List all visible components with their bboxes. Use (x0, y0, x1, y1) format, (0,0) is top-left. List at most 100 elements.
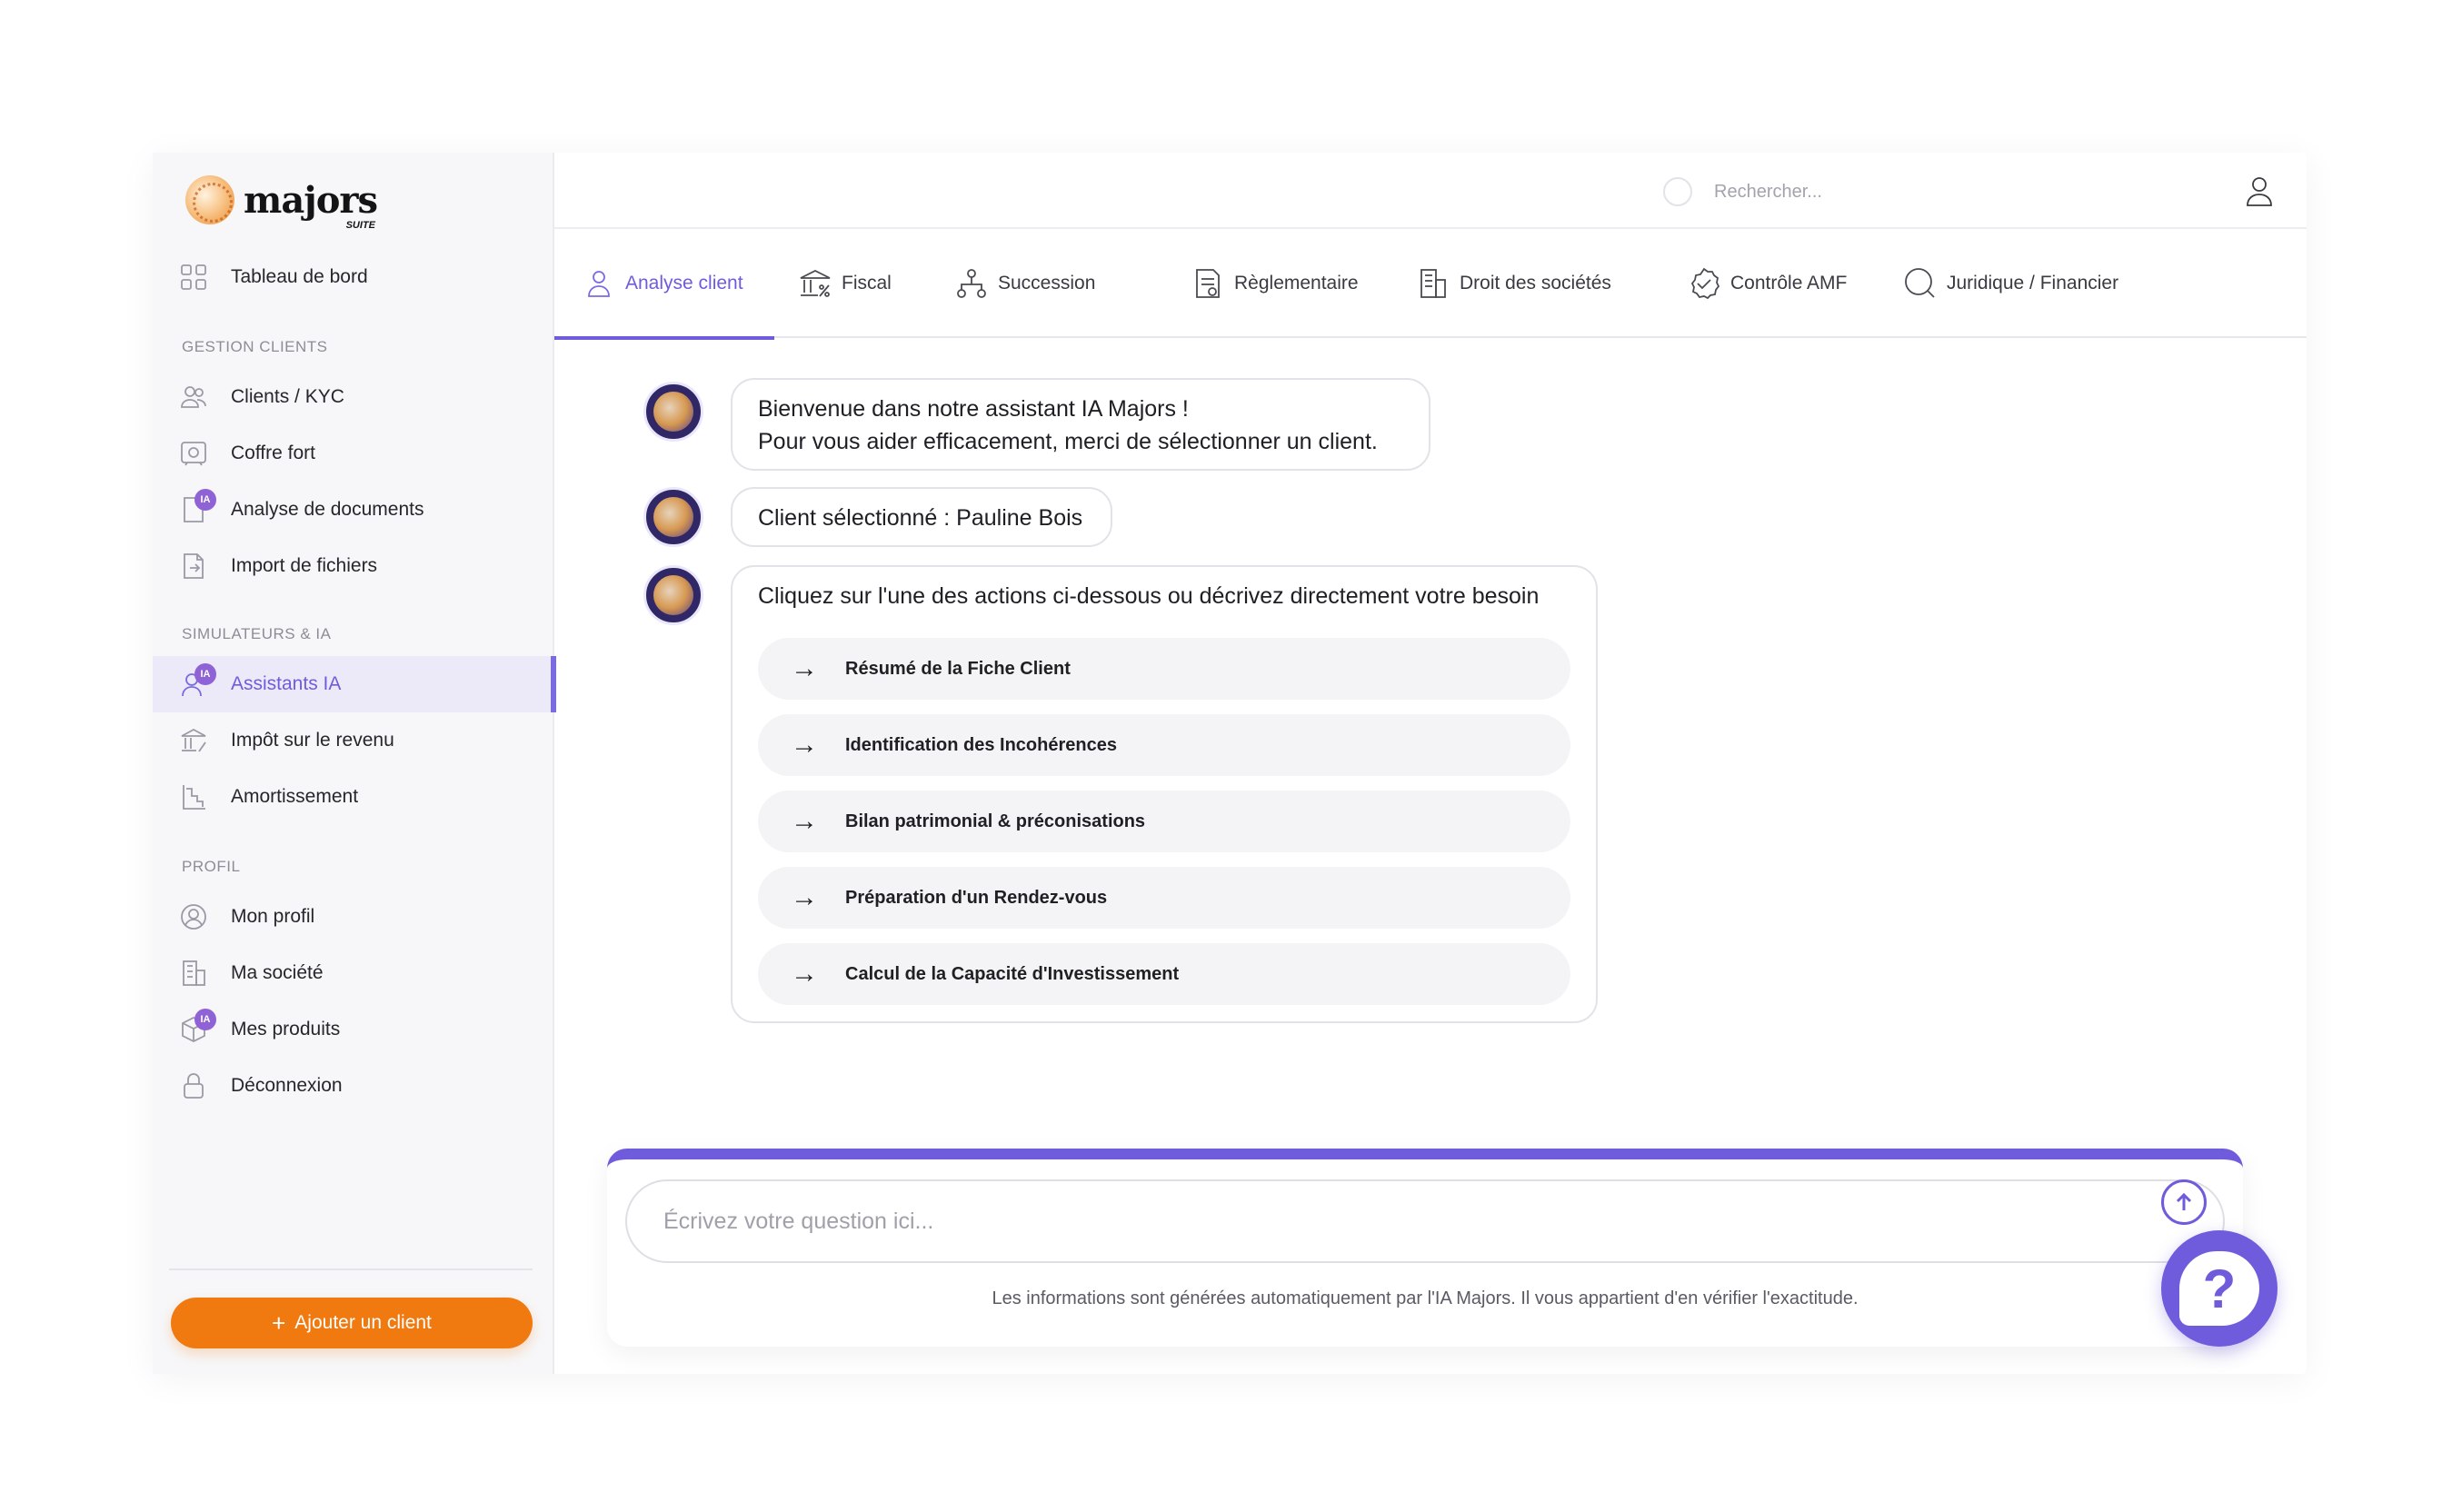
assistant-avatar (643, 487, 703, 547)
person-icon (588, 271, 610, 297)
tab-controle-amf[interactable]: Contrôle AMF (1687, 229, 1847, 338)
sidebar-item-label: Amortissement (231, 786, 359, 807)
action-identification-incoherences[interactable]: → Identification des Incohérences (758, 714, 1570, 776)
sidebar-item-label: Impôt sur le revenu (231, 730, 394, 751)
plus-icon: + (272, 1308, 286, 1337)
safe-icon (178, 438, 209, 469)
users-icon (178, 382, 209, 413)
sidebar-item-clients-kyc[interactable]: Clients / KYC (153, 369, 554, 425)
sidebar-item-import-fichiers[interactable]: Import de fichiers (153, 538, 554, 594)
add-client-label: Ajouter un client (294, 1312, 432, 1333)
tab-reglementaire[interactable]: Règlementaire (1191, 229, 1359, 338)
sidebar-item-mes-produits[interactable]: IA Mes produits (153, 1001, 554, 1058)
building-icon (1420, 269, 1446, 298)
arrow-right-icon: → (791, 730, 818, 760)
action-preparation-rendez-vous[interactable]: → Préparation d'un Rendez-vous (758, 867, 1570, 929)
sidebar-item-deconnexion[interactable]: Déconnexion (153, 1058, 554, 1114)
send-button[interactable] (2161, 1179, 2207, 1225)
action-label: Résumé de la Fiche Client (845, 659, 1071, 679)
tab-fiscal[interactable]: Fiscal (798, 229, 892, 338)
magnifier-icon (1905, 268, 1935, 298)
section-title-clients: GESTION CLIENTS (182, 338, 328, 355)
tab-label: Droit des sociétés (1460, 273, 1611, 293)
tax-icon (178, 725, 209, 756)
sidebar-item-label: Mon profil (231, 906, 315, 927)
sidebar: majors SUITE Tableau de bord GESTION CLIE… (153, 153, 556, 1374)
question-field[interactable] (625, 1179, 2225, 1263)
sidebar-divider (169, 1268, 533, 1270)
section-title-simulateurs: SIMULATEURS & IA (182, 625, 332, 642)
ia-badge: IA (194, 1009, 216, 1030)
welcome-line: Pour vous aider efficacement, merci de s… (758, 429, 1378, 454)
tab-label: Contrôle AMF (1730, 273, 1848, 293)
bank-percent-icon (800, 269, 831, 297)
chart-icon (178, 781, 209, 812)
action-bilan-patrimonial[interactable]: → Bilan patrimonial & préconisations (758, 791, 1570, 852)
chat-composer: Les informations sont générées automatiq… (607, 1149, 2243, 1347)
tab-analyse-client[interactable]: Analyse client (582, 229, 743, 338)
arrow-right-icon: → (791, 806, 818, 836)
question-input[interactable] (663, 1208, 2081, 1235)
user-account-icon[interactable] (2241, 173, 2278, 209)
tab-label: Règlementaire (1234, 273, 1359, 293)
action-label: Calcul de la Capacité d'Investissement (845, 964, 1180, 984)
ia-badge: IA (194, 489, 216, 511)
tab-label: Juridique / Financier (1947, 273, 2119, 293)
sidebar-item-label: Clients / KYC (231, 386, 344, 407)
arrow-right-icon: → (791, 882, 818, 912)
search-input[interactable] (1714, 181, 2078, 203)
sidebar-item-label: Ma société (231, 962, 324, 983)
arrow-right-icon: → (791, 959, 818, 989)
sidebar-item-assistants-ia[interactable]: IA Assistants IA (153, 656, 556, 712)
question-mark-icon: ? (2179, 1251, 2259, 1326)
sidebar-item-coffre-fort[interactable]: Coffre fort (153, 425, 554, 482)
sidebar-item-label: Tableau de bord (231, 266, 368, 287)
sidebar-item-label: Analyse de documents (231, 499, 424, 520)
sidebar-item-label: Import de fichiers (231, 555, 378, 576)
grid-icon (178, 262, 209, 293)
actions-message: Cliquez sur l'une des actions ci-dessous… (731, 565, 1598, 1023)
document-analysis-icon: IA (178, 489, 216, 525)
sidebar-item-analyse-documents[interactable]: IA Analyse de documents (153, 482, 554, 538)
building-icon (178, 958, 209, 989)
regulation-icon (1196, 269, 1220, 298)
action-capacite-investissement[interactable]: → Calcul de la Capacité d'Investissement (758, 943, 1570, 1005)
action-resume-fiche-client[interactable]: → Résumé de la Fiche Client (758, 638, 1570, 700)
section-title-profil: PROFIL (182, 858, 241, 875)
profile-icon (178, 901, 209, 932)
action-label: Préparation d'un Rendez-vous (845, 888, 1108, 908)
arrow-up-icon (2176, 1192, 2192, 1210)
tab-droit-societes[interactable]: Droit des sociétés (1416, 229, 1611, 338)
sidebar-item-ma-societe[interactable]: Ma société (153, 945, 554, 1001)
tab-succession[interactable]: Succession (954, 229, 1095, 338)
actions-prompt: Cliquez sur l'une des actions ci-dessous… (758, 583, 1540, 609)
tab-label: Succession (998, 273, 1096, 293)
active-tab-indicator (554, 336, 774, 340)
sidebar-item-mon-profil[interactable]: Mon profil (153, 889, 554, 945)
help-button[interactable]: ? (2161, 1230, 2278, 1347)
arrow-right-icon: → (791, 653, 818, 683)
logo-wordmark: majors SUITE (244, 178, 378, 231)
sidebar-item-label: Assistants IA (231, 673, 342, 694)
majors-logo-mark (185, 175, 234, 224)
add-client-button[interactable]: + Ajouter un client (171, 1298, 533, 1348)
sidebar-item-dashboard[interactable]: Tableau de bord (153, 249, 554, 305)
sidebar-item-impot-revenu[interactable]: Impôt sur le revenu (153, 712, 554, 769)
tab-label: Fiscal (842, 273, 892, 293)
sidebar-item-amortissement[interactable]: Amortissement (153, 769, 554, 825)
lock-icon (178, 1070, 209, 1101)
top-header (554, 153, 2307, 229)
tab-label: Analyse client (625, 273, 743, 293)
tab-juridique-financier[interactable]: Juridique / Financier (1903, 229, 2118, 338)
selected-client-message: Client sélectionné : Pauline Bois (731, 487, 1112, 547)
welcome-message: Bienvenue dans notre assistant IA Majors… (731, 378, 1430, 471)
assistant-avatar (643, 382, 703, 442)
app-window: majors SUITE Tableau de bord GESTION CLIE… (153, 153, 2307, 1374)
search-icon (1663, 177, 1692, 206)
search-bar[interactable] (1663, 174, 2172, 209)
action-label: Identification des Incohérences (845, 735, 1117, 755)
file-import-icon (178, 551, 209, 582)
ia-badge: IA (194, 663, 216, 685)
assistant-icon: IA (178, 663, 216, 700)
majors-logo[interactable]: majors SUITE (185, 169, 378, 231)
